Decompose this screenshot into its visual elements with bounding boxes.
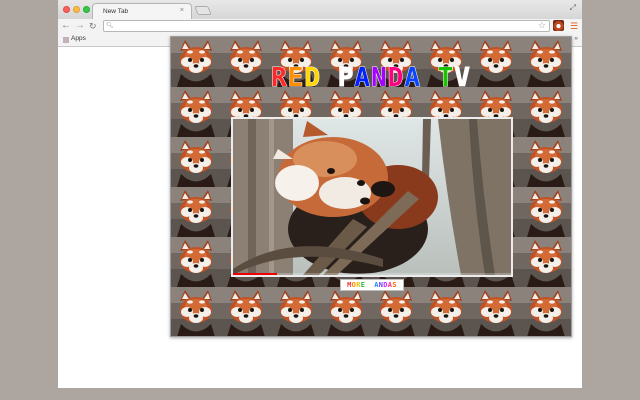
bookmarks-overflow-chevron[interactable]: » [574, 35, 578, 42]
window-maximize-button[interactable] [83, 6, 90, 13]
toolbar: ← → ↻ 🔍︎ ☆ ☰ [58, 19, 582, 33]
red-panda-extension-icon[interactable] [553, 20, 564, 31]
menu-icon[interactable]: ☰ [570, 19, 578, 33]
tab-close-icon[interactable]: × [180, 7, 184, 14]
video-player[interactable] [231, 117, 513, 277]
window-minimize-button[interactable] [73, 6, 80, 13]
search-icon: 🔍︎ [106, 23, 114, 29]
tab-strip: New Tab × ⤢ [58, 0, 582, 19]
red-panda-tv-popup: RED PANDA TV MORE PANDAS [170, 36, 572, 337]
more-pandas-label: MORE PANDAS [347, 281, 397, 289]
popup-title-text: RED PANDA TV [271, 63, 471, 94]
video-progress-fill [233, 273, 278, 275]
new-tab-button[interactable] [194, 6, 212, 15]
fullscreen-resize-icon[interactable]: ⤢ [570, 4, 576, 12]
apps-bookmark[interactable]: Apps [71, 35, 86, 42]
video-progress-track[interactable] [233, 273, 511, 275]
video-frame-red-panda [233, 119, 511, 275]
popup-title: RED PANDA TV [171, 63, 571, 94]
back-button[interactable]: ← [61, 19, 71, 33]
tab-new-tab[interactable]: New Tab × [92, 3, 192, 19]
more-pandas-button[interactable]: MORE PANDAS [340, 279, 404, 291]
apps-grid-icon[interactable] [63, 37, 69, 43]
tab-title: New Tab [103, 8, 129, 15]
window-close-button[interactable] [63, 6, 70, 13]
bookmark-star-icon[interactable]: ☆ [538, 20, 546, 30]
forward-button[interactable]: → [75, 19, 85, 33]
address-bar[interactable]: 🔍︎ ☆ [103, 20, 550, 32]
reload-button[interactable]: ↻ [89, 19, 97, 33]
